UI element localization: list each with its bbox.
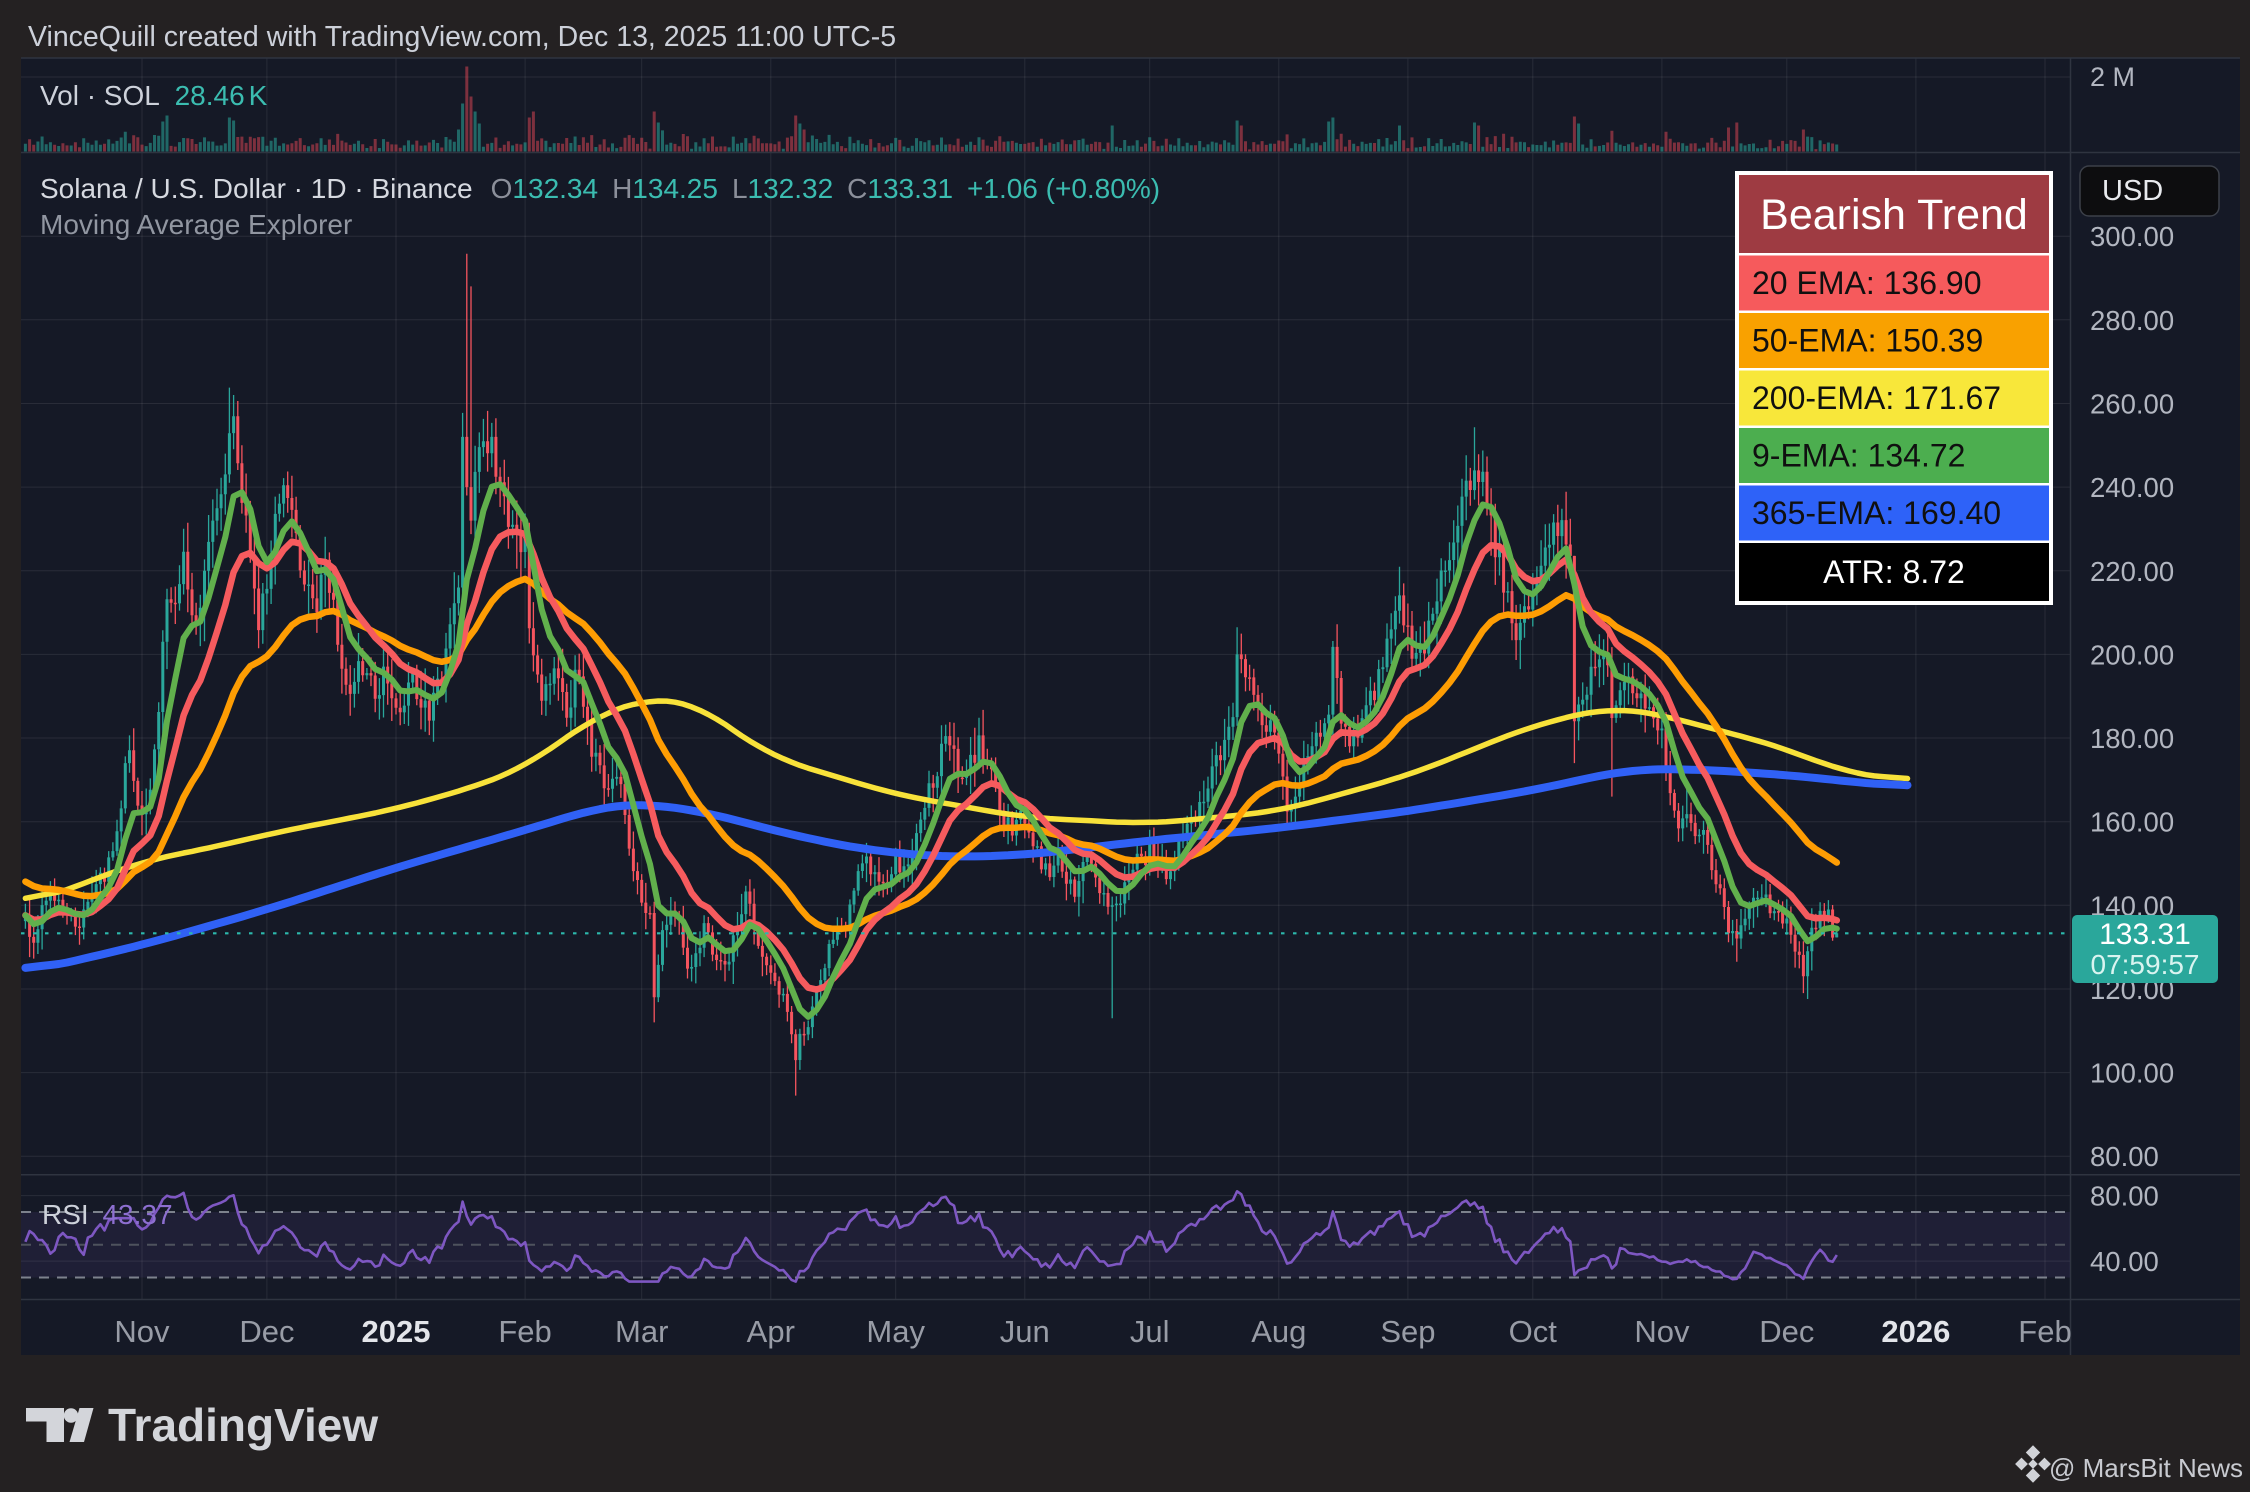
svg-text:180.00: 180.00 [2090,723,2174,754]
svg-text:Mar: Mar [615,1314,668,1349]
svg-text:2026: 2026 [1881,1314,1950,1349]
svg-text:50-EMA: 150.39: 50-EMA: 150.39 [1752,323,1983,359]
svg-text:@ MarsBit News: @ MarsBit News [2049,1453,2243,1483]
svg-text:160.00: 160.00 [2090,807,2174,838]
svg-text:Moving Average Explorer: Moving Average Explorer [40,209,352,240]
svg-text:200.00: 200.00 [2090,639,2174,670]
svg-text:Jun: Jun [1000,1314,1050,1349]
svg-text:ATR: 8.72: ATR: 8.72 [1823,554,1965,590]
svg-text:TradingView: TradingView [108,1399,378,1451]
svg-text:9-EMA: 134.72: 9-EMA: 134.72 [1752,438,1965,474]
svg-text:Apr: Apr [747,1314,795,1349]
svg-text:133.31: 133.31 [2099,918,2191,951]
svg-text:280.00: 280.00 [2090,305,2174,336]
svg-text:240.00: 240.00 [2090,472,2174,503]
svg-text:Sep: Sep [1380,1314,1435,1349]
svg-text:Bearish Trend: Bearish Trend [1760,191,2028,239]
svg-text:Feb: Feb [2018,1314,2071,1349]
svg-text:2 M: 2 M [2090,62,2135,92]
svg-text:Nov: Nov [114,1314,170,1349]
svg-text:VinceQuill created with Tradin: VinceQuill created with TradingView.com,… [28,21,896,53]
svg-text:May: May [866,1314,925,1349]
svg-text:Jul: Jul [1130,1314,1170,1349]
svg-text:Dec: Dec [1759,1314,1814,1349]
svg-text:80.00: 80.00 [2090,1181,2159,1212]
svg-text:220.00: 220.00 [2090,556,2174,587]
svg-text:RSI 43.37: RSI 43.37 [42,1199,173,1230]
svg-text:200-EMA: 171.67: 200-EMA: 171.67 [1752,380,2001,416]
svg-text:80.00: 80.00 [2090,1141,2159,1172]
svg-text:Aug: Aug [1251,1314,1306,1349]
svg-text:2025: 2025 [362,1314,431,1349]
svg-text:365-EMA: 169.40: 365-EMA: 169.40 [1752,495,2001,531]
svg-text:USD: USD [2102,175,2163,207]
svg-text:Nov: Nov [1634,1314,1690,1349]
svg-text:100.00: 100.00 [2090,1058,2174,1089]
svg-text:Oct: Oct [1509,1314,1558,1349]
svg-text:260.00: 260.00 [2090,389,2174,420]
svg-text:300.00: 300.00 [2090,221,2174,252]
svg-text:Feb: Feb [498,1314,551,1349]
svg-text:Dec: Dec [239,1314,294,1349]
svg-text:40.00: 40.00 [2090,1246,2159,1277]
svg-text:07:59:57: 07:59:57 [2091,949,2200,980]
svg-text:20 EMA: 136.90: 20 EMA: 136.90 [1752,265,1981,301]
svg-text:Vol · SOL 28.46K: Vol · SOL 28.46K [40,80,268,111]
